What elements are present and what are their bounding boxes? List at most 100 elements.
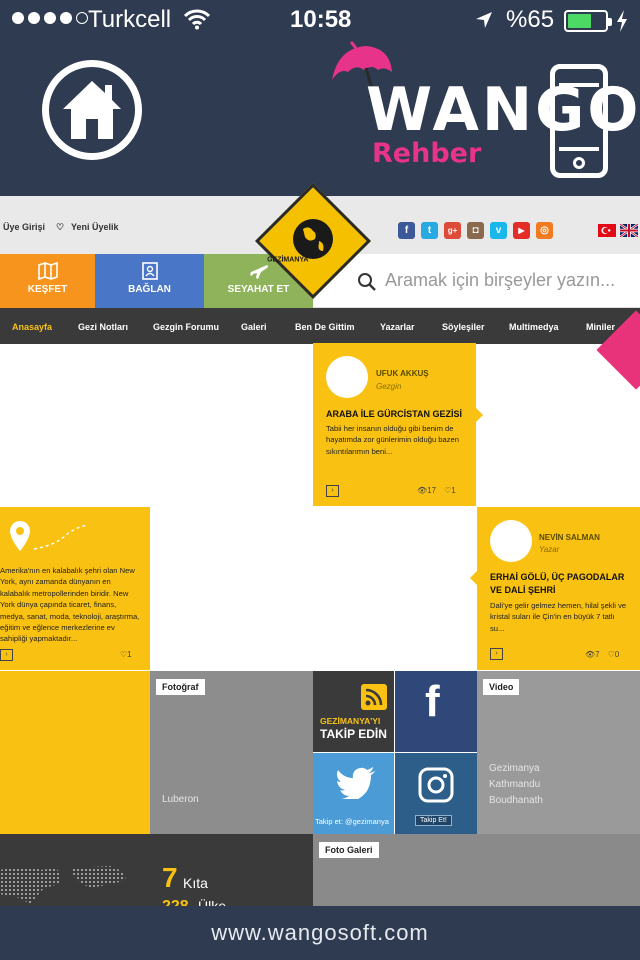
card-stats: 👁17 ♡1 (417, 486, 456, 495)
language-flags (598, 223, 639, 238)
city-excerpt: Amerika'nın en kalabalık şehri olan New … (0, 566, 140, 644)
article-title[interactable]: ARABA İLE GÜRCİSTAN GEZİSİ (326, 408, 471, 421)
likes-count[interactable]: ♡0 (608, 650, 620, 659)
instagram-icon[interactable]: ◘ (467, 222, 484, 239)
brand-subtitle: Rehber (372, 138, 482, 169)
turkish-flag-icon[interactable] (598, 224, 616, 237)
video-caption-1: Gezimanya (489, 763, 540, 774)
signal-strength-icon (12, 12, 88, 24)
author-name: UFUK AKKUŞ (376, 369, 429, 378)
read-more-arrow-icon[interactable]: › (0, 649, 13, 661)
tile-label: Fotoğraf (156, 679, 205, 695)
instagram-camera-icon (418, 767, 454, 803)
continents-label: Kıta (183, 875, 208, 891)
uk-flag-icon[interactable] (619, 223, 639, 238)
views-count: 👁7 (585, 650, 600, 659)
avatar (326, 356, 368, 398)
phone-outline-icon (550, 64, 608, 178)
video-caption-2: Kathmandu (489, 779, 541, 790)
login-link[interactable]: Üye Girişi (3, 222, 45, 232)
tile-label: Video (483, 679, 520, 695)
menu-item-yazarlar[interactable]: Yazarlar (380, 322, 415, 332)
continents-number: 7 (162, 862, 178, 893)
stats-tile: 7 Kıta 228 Ülke (0, 834, 313, 906)
card-pointer (470, 571, 477, 585)
twitter-follow-tile[interactable]: Takip et: @gezimanya (313, 753, 394, 834)
countries-label: Ülke (198, 898, 227, 906)
globe-icon (293, 219, 333, 259)
nav-tile-kesfet[interactable]: KEŞFET (0, 254, 95, 308)
carrier-name: Turkcell (88, 6, 172, 33)
card-stats: ♡1 (120, 650, 132, 659)
vimeo-icon[interactable]: v (490, 222, 507, 239)
logo-wordmark: GEZİMANYA (267, 256, 309, 264)
nav-tile-label: SEYAHAT ET (227, 284, 290, 295)
read-more-arrow-icon[interactable]: › (326, 485, 339, 497)
twitter-icon[interactable]: t (421, 222, 438, 239)
instagram-follow-tile[interactable]: Takip Et! (395, 753, 477, 834)
wifi-icon (183, 8, 211, 35)
register-link[interactable]: Yeni Üyelik (71, 222, 119, 232)
yellow-tile (0, 671, 150, 834)
clock: 10:58 (290, 6, 352, 33)
views-count: 👁17 (417, 486, 437, 495)
app-header: Turkcell 10:58 %65 WANGO Rehber (0, 0, 640, 196)
author-name: NEVİN SALMAN (539, 533, 600, 542)
menu-item-gezi-notlari[interactable]: Gezi Notları (78, 322, 128, 332)
countries-number: 228 (162, 898, 189, 906)
nav-tile-label: KEŞFET (27, 284, 68, 295)
social-links: f t g+ ◘ v ▶ ◎ (398, 222, 553, 239)
home-button[interactable] (42, 60, 142, 160)
nav-tile-baglan[interactable]: BAĞLAN (95, 254, 204, 308)
wango-rehber-logo: WANGO Rehber (326, 38, 638, 188)
battery-percent: %65 (506, 6, 555, 33)
menu-item-soylesiler[interactable]: Söyleşiler (442, 322, 485, 332)
battery-icon (564, 10, 612, 32)
rss-icon (361, 684, 387, 710)
article-title[interactable]: ERHAİ GÖLÜ, ÜÇ PAGODALAR VE DALİ ŞEHRİ (490, 571, 635, 597)
video-tile[interactable]: Video Gezimanya Kathmandu Boudhanath (477, 671, 640, 834)
menu-item-gezgin-forumu[interactable]: Gezgin Forumu (153, 322, 219, 332)
menu-item-galeri[interactable]: Galeri (241, 322, 267, 332)
menu-item-miniler[interactable]: Miniler (586, 322, 615, 332)
menu-item-ben-de-gittim[interactable]: Ben De Gittim (295, 322, 355, 332)
facebook-icon[interactable]: f (398, 222, 415, 239)
map-pin-icon (10, 521, 89, 551)
likes-count[interactable]: ♡1 (444, 486, 456, 495)
search-icon (358, 273, 376, 291)
facebook-icon: f (425, 677, 440, 726)
twitter-handle: Takip et: @gezimanya (315, 817, 389, 826)
gallery-tile[interactable]: Foto Galeri (313, 834, 640, 906)
nav-tile-label: BAĞLAN (128, 284, 171, 295)
youtube-icon[interactable]: ▶ (513, 222, 530, 239)
facebook-follow-tile[interactable]: f (395, 671, 477, 752)
menu-item-multimedya[interactable]: Multimedya (509, 322, 559, 332)
author-role: Yazar (539, 545, 560, 554)
article-card-1[interactable]: UFUK AKKUŞ Gezgin ARABA İLE GÜRCİSTAN GE… (313, 343, 476, 506)
card-stats: 👁7 ♡0 (585, 650, 619, 659)
read-more-arrow-icon[interactable]: › (490, 648, 503, 660)
search-field[interactable]: Aramak için birşeyler yazın... (313, 254, 640, 308)
photo-tile[interactable]: Fotoğraf Luberon (150, 671, 313, 834)
search-placeholder: Aramak için birşeyler yazın... (385, 270, 616, 290)
city-card[interactable]: Amerika'nın en kalabalık şehri olan New … (0, 507, 150, 670)
likes-count[interactable]: ♡1 (120, 650, 132, 659)
location-arrow-icon (474, 10, 494, 35)
follow-title-2: TAKİP EDİN (320, 727, 387, 741)
menu-item-anasayfa[interactable]: Anasayfa (12, 322, 52, 332)
footer-url[interactable]: www.wangosoft.com (0, 906, 640, 960)
author-role: Gezgin (376, 382, 402, 391)
article-card-2[interactable]: NEVİN SALMAN Yazar ERHAİ GÖLÜ, ÜÇ PAGODA… (477, 507, 640, 670)
foursquare-icon[interactable]: ◎ (536, 222, 553, 239)
video-caption-3: Boudhanath (489, 795, 543, 806)
article-excerpt: Tabii her insanın olduğu gibi benim de h… (326, 424, 459, 456)
app-screen: Turkcell 10:58 %65 WANGO Rehber Üye Giri… (0, 0, 640, 960)
card-pointer (476, 408, 483, 422)
instagram-follow-button[interactable]: Takip Et! (415, 815, 452, 826)
google-plus-icon[interactable]: g+ (444, 222, 461, 239)
world-map-dots-icon (0, 866, 126, 904)
house-icon (63, 81, 121, 139)
follow-tile[interactable]: GEZİMANYA'YI TAKİP EDİN (313, 671, 394, 752)
heart-icon: ♡ (56, 222, 65, 232)
charging-bolt-icon (616, 10, 628, 37)
